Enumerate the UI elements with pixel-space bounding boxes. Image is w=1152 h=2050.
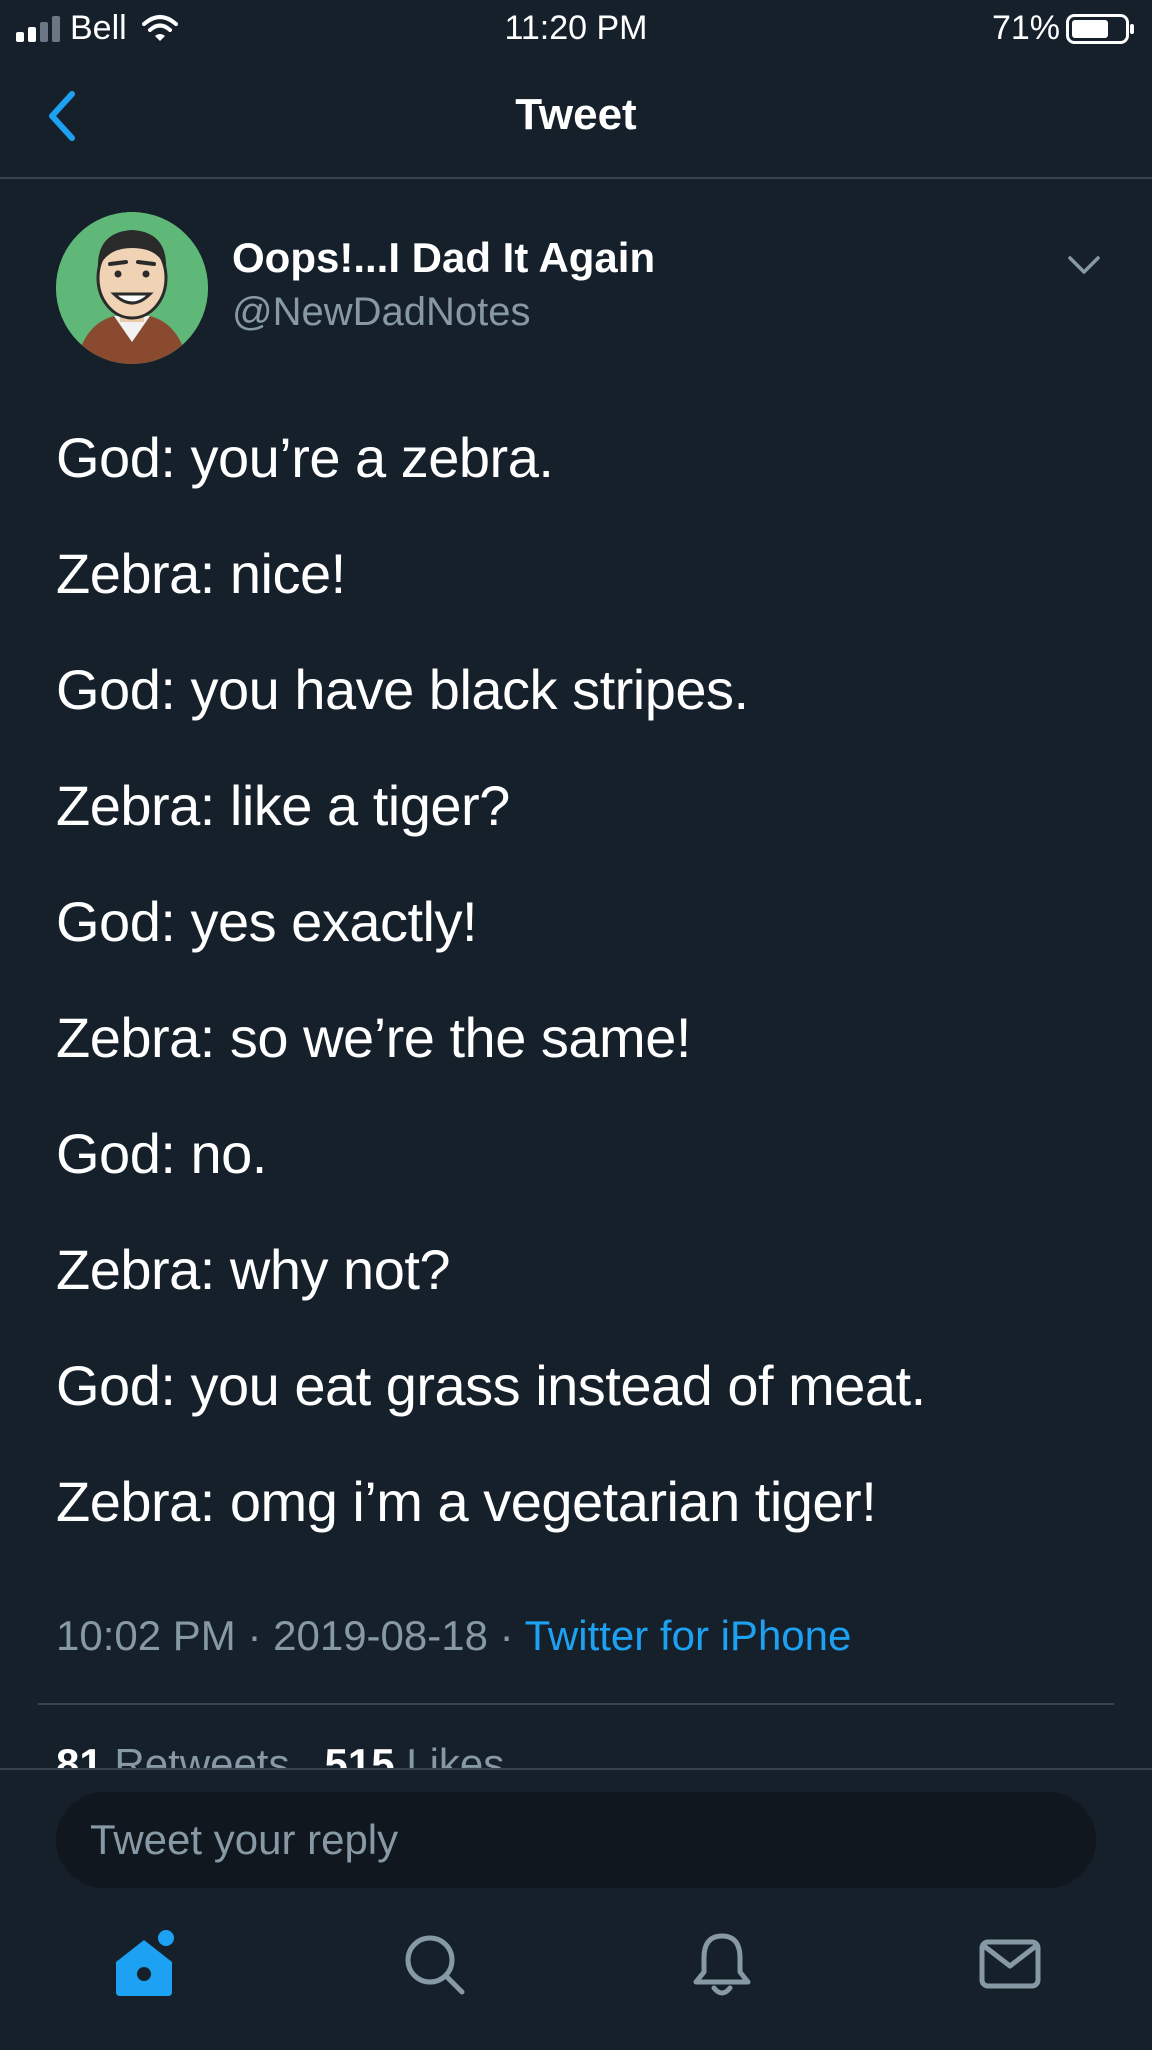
tweet-line: God: no. xyxy=(56,1122,267,1185)
divider xyxy=(38,1703,1114,1705)
display-name[interactable]: Oops!...I Dad It Again xyxy=(232,234,655,282)
tweet-line: God: yes exactly! xyxy=(56,890,478,953)
likes-label: Likes xyxy=(406,1740,505,1770)
search-icon xyxy=(405,1935,465,1995)
tweet-line: Zebra: so we’re the same! xyxy=(56,1006,691,1069)
user-handle[interactable]: @NewDadNotes xyxy=(232,290,531,335)
reply-input[interactable]: Tweet your reply xyxy=(56,1792,1096,1888)
tweet-line: Zebra: nice! xyxy=(56,542,346,605)
tweet-meta: 10:02 PM · 2019-08-18 · Twitter for iPho… xyxy=(56,1612,851,1660)
status-time: 11:20 PM xyxy=(504,9,648,47)
avatar[interactable] xyxy=(56,212,208,364)
tweet-line: God: you’re a zebra. xyxy=(56,426,554,489)
tab-search[interactable] xyxy=(398,1928,470,2000)
nav-bar: Tweet xyxy=(0,60,1152,179)
retweets-stat[interactable]: 81 Retweets xyxy=(56,1740,289,1770)
tweet-time: 10:02 PM xyxy=(56,1612,236,1659)
tab-messages[interactable] xyxy=(974,1928,1046,2000)
tweet-source-link[interactable]: Twitter for iPhone xyxy=(525,1612,852,1659)
tab-bar xyxy=(0,1910,1152,2048)
avatar-illustration xyxy=(56,212,208,364)
chevron-down-icon xyxy=(1068,256,1100,274)
tweet-text: God: you’re a zebra. Zebra: nice! God: y… xyxy=(56,428,1116,1588)
tweet-stats: 81 Retweets 515 Likes xyxy=(56,1740,504,1770)
tweet-line: Zebra: like a tiger? xyxy=(56,774,510,837)
tweet-line: Zebra: why not? xyxy=(56,1238,451,1301)
retweets-label: Retweets xyxy=(114,1740,290,1770)
tweet-date: 2019-08-18 xyxy=(273,1612,488,1659)
tweet-options-button[interactable] xyxy=(1064,248,1104,280)
tab-home[interactable] xyxy=(108,1928,180,2000)
battery-icon xyxy=(1066,14,1134,44)
page-title: Tweet xyxy=(515,90,637,139)
retweets-count: 81 xyxy=(56,1740,103,1770)
meta-separator: · xyxy=(499,1612,514,1659)
notifications-icon xyxy=(693,1933,751,1996)
tab-notifications[interactable] xyxy=(686,1928,758,2000)
messages-icon xyxy=(979,1939,1041,1989)
battery-percent: 71% xyxy=(991,9,1060,47)
tweet-line: Zebra: omg i’m a vegetarian tiger! xyxy=(56,1470,877,1533)
likes-count: 515 xyxy=(324,1740,395,1770)
tweet-line: God: you have black stripes. xyxy=(56,658,749,721)
home-icon xyxy=(116,1930,174,1996)
meta-separator: · xyxy=(247,1612,262,1659)
tweet-line: God: you eat grass instead of meat. xyxy=(56,1354,926,1417)
status-bar: Bell 11:20 PM 71% xyxy=(0,0,1152,60)
likes-stat[interactable]: 515 Likes xyxy=(324,1740,504,1770)
